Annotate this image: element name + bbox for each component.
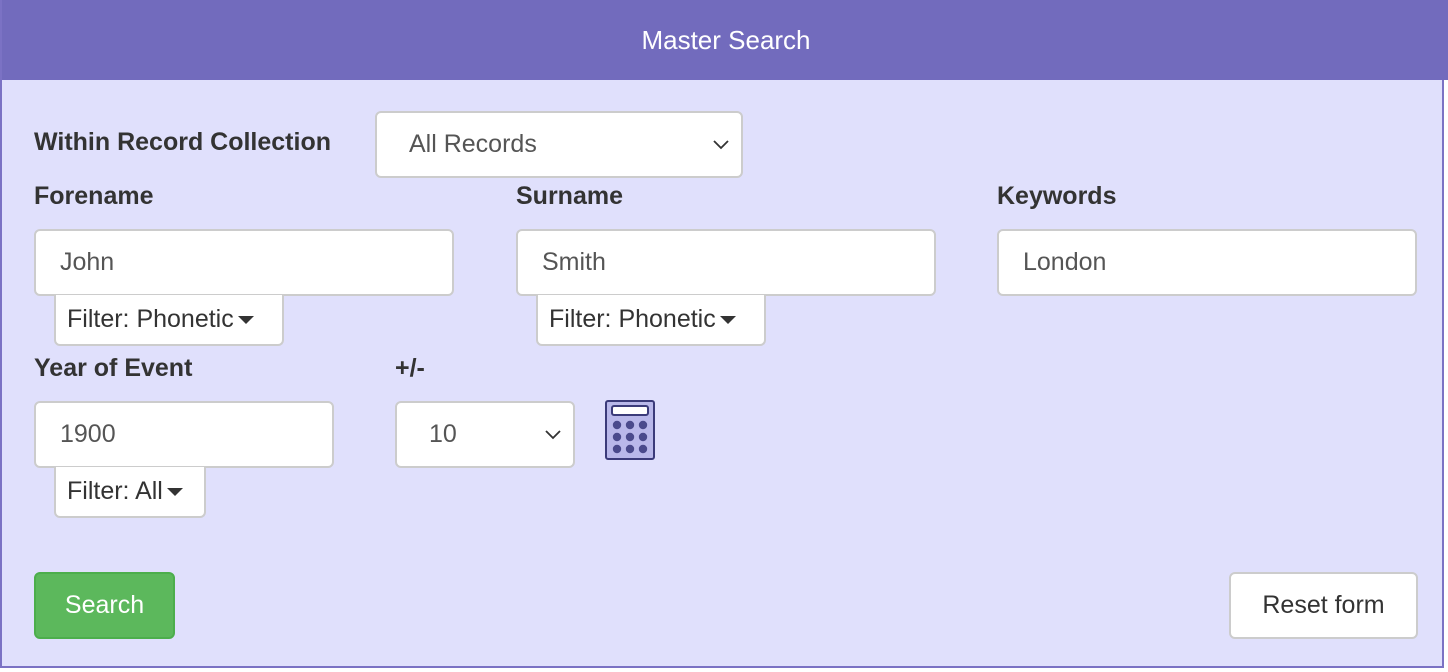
forename-filter-label: Filter: Phonetic [67,305,234,333]
year-filter-dropdown[interactable]: Filter: All [54,467,206,518]
surname-input[interactable] [516,229,936,296]
surname-filter-label: Filter: Phonetic [549,305,716,333]
chevron-down-icon [713,139,729,149]
surname-filter-dropdown[interactable]: Filter: Phonetic [536,295,766,346]
reset-form-button[interactable]: Reset form [1229,572,1418,639]
year-filter-label: Filter: All [67,477,163,505]
chevron-down-icon [545,429,561,439]
panel-header: Master Search [2,0,1448,80]
range-label: +/- [395,354,425,382]
collection-select[interactable]: All Records [375,111,743,178]
range-select-value: 10 [429,420,457,448]
year-label: Year of Event [34,354,193,382]
master-search-panel: Master Search Within Record Collection A… [0,0,1448,668]
caret-down-icon [719,315,736,324]
range-select[interactable]: 10 [395,401,575,468]
calculator-icon[interactable] [605,400,655,460]
panel-title: Master Search [641,24,811,55]
surname-label: Surname [516,182,623,210]
collection-select-value: All Records [409,130,537,158]
search-button[interactable]: Search [34,572,175,639]
forename-label: Forename [34,182,154,210]
forename-filter-dropdown[interactable]: Filter: Phonetic [54,295,284,346]
keywords-label: Keywords [997,182,1117,210]
year-input[interactable] [34,401,334,468]
collection-label: Within Record Collection [34,128,331,156]
caret-down-icon [166,487,183,496]
forename-input[interactable] [34,229,454,296]
keywords-input[interactable] [997,229,1417,296]
caret-down-icon [237,315,254,324]
